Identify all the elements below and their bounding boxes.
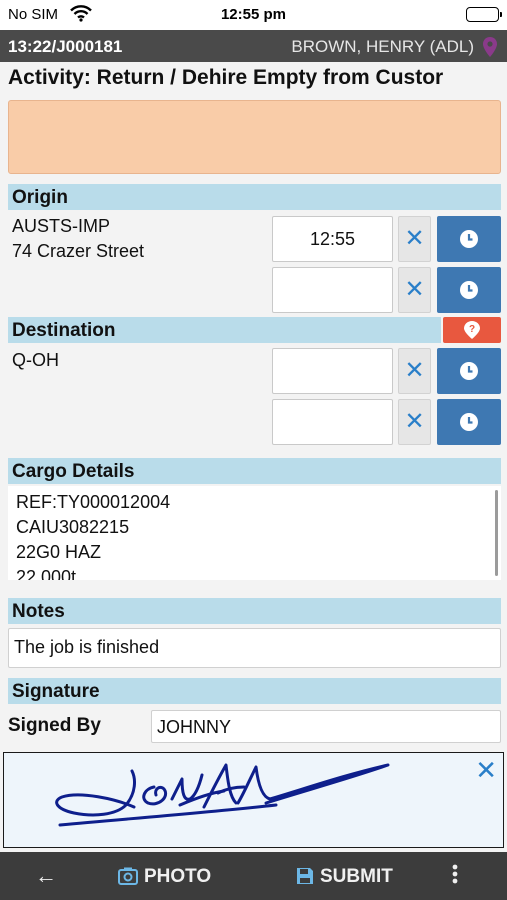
clock-time: 12:55 pm — [220, 6, 287, 23]
origin-arrive-clear-button[interactable]: ✕ — [398, 216, 431, 262]
cargo-scrollbar[interactable] — [495, 490, 498, 576]
signature-pad[interactable]: ✕ — [3, 752, 504, 848]
help-icon: ? — [464, 321, 480, 339]
photo-label: PHOTO — [144, 866, 212, 887]
clock-icon — [460, 413, 478, 431]
destination-depart-clock-button[interactable] — [437, 399, 501, 445]
origin-address: AUSTS-IMP 74 Crazer Street — [12, 214, 144, 264]
signature-clear-button[interactable]: ✕ — [475, 757, 497, 783]
origin-address-line1: AUSTS-IMP — [12, 216, 111, 236]
cargo-line: 22G0 HAZ — [16, 542, 102, 562]
ios-status-bar: No SIM 12:55 pm — [0, 0, 507, 30]
save-icon — [297, 868, 313, 884]
cargo-line: 22.000t — [16, 567, 77, 580]
driver-name: BROWN, HENRY (ADL) — [291, 37, 474, 56]
photo-button[interactable]: PHOTO — [118, 866, 211, 888]
cargo-line: REF:TY000012004 — [16, 492, 171, 512]
alert-panel — [8, 100, 501, 174]
signed-by-label: Signed By — [8, 715, 101, 736]
cargo-details-box[interactable]: REF:TY000012004 CAIU3082215 22G0 HAZ 22.… — [8, 486, 501, 580]
origin-depart-clock-button[interactable] — [437, 267, 501, 313]
destination-arrive-clock-button[interactable] — [437, 348, 501, 394]
origin-depart-time-field[interactable] — [272, 267, 393, 313]
destination-address: Q-OH — [12, 348, 59, 373]
cargo-header: Cargo Details — [8, 458, 501, 484]
destination-arrive-time-field[interactable] — [272, 348, 393, 394]
destination-address-line1: Q-OH — [12, 350, 59, 370]
destination-depart-clear-button[interactable]: ✕ — [398, 399, 431, 445]
activity-title: Activity: Return / Dehire Empty from Cus… — [8, 66, 444, 89]
destination-depart-time-field[interactable] — [272, 399, 393, 445]
signature-header: Signature — [8, 678, 501, 704]
origin-header: Origin — [8, 184, 501, 210]
job-header: 13:22/J000181 BROWN, HENRY (ADL) — [0, 30, 507, 62]
origin-arrive-time-field[interactable]: 12:55 — [272, 216, 393, 262]
svg-text:?: ? — [469, 324, 475, 335]
clock-icon — [460, 230, 478, 248]
origin-arrive-clock-button[interactable] — [437, 216, 501, 262]
submit-button[interactable]: SUBMIT — [296, 866, 393, 888]
battery-icon — [466, 7, 502, 22]
clock-icon — [460, 362, 478, 380]
origin-address-line2: 74 Crazer Street — [12, 241, 145, 261]
destination-arrive-clear-button[interactable]: ✕ — [398, 348, 431, 394]
location-pin-icon[interactable] — [483, 37, 497, 62]
notes-header: Notes — [8, 598, 501, 624]
signed-by-field[interactable]: JOHNNY — [151, 710, 501, 743]
camera-icon — [118, 867, 138, 885]
bottom-toolbar: ← PHOTO SUBMIT — [0, 852, 507, 900]
cargo-lines: REF:TY000012004 CAIU3082215 22G0 HAZ 22.… — [16, 490, 170, 580]
origin-depart-clear-button[interactable]: ✕ — [398, 267, 431, 313]
clock-icon — [460, 281, 478, 299]
submit-label: SUBMIT — [320, 866, 393, 887]
back-arrow-icon[interactable]: ← — [35, 863, 57, 889]
cargo-line: CAIU3082215 — [16, 517, 130, 537]
job-id: 13:22/J000181 — [8, 37, 123, 56]
destination-header: Destination — [8, 317, 441, 343]
more-vertical-icon[interactable] — [452, 864, 464, 887]
signature-drawing — [55, 763, 390, 827]
notes-field[interactable]: The job is finished — [8, 628, 501, 668]
destination-help-button[interactable]: ? — [443, 317, 501, 343]
